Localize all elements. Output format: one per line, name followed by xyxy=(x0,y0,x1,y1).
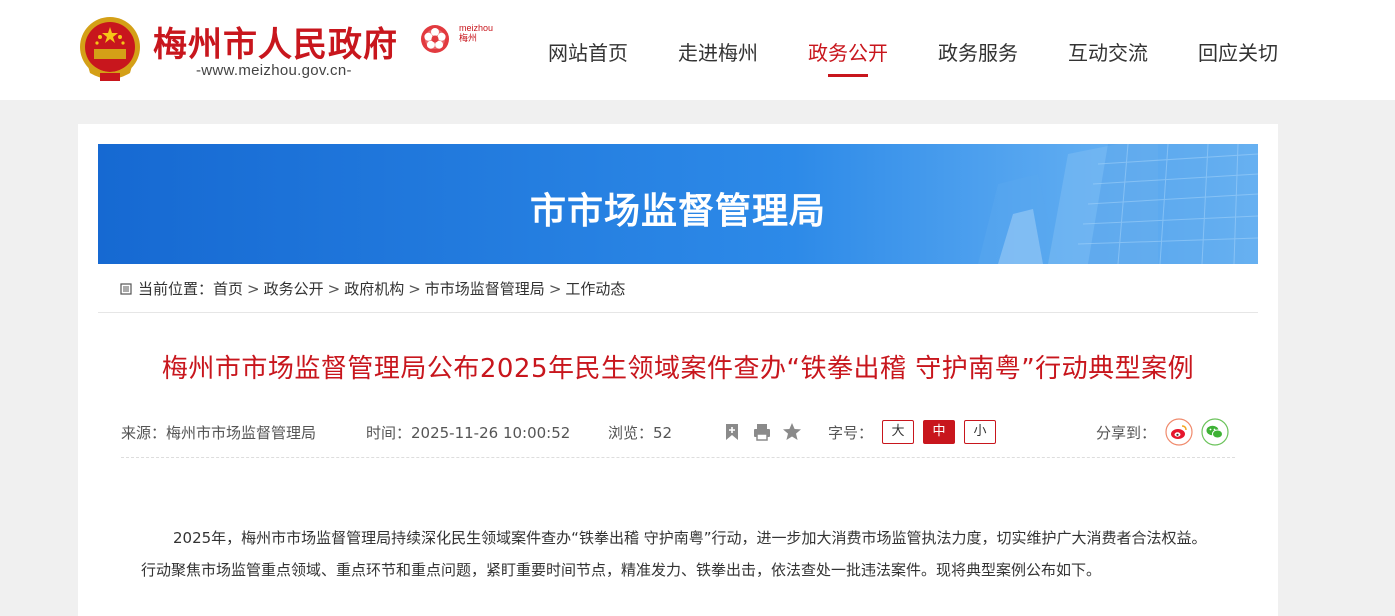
nav-item-responses[interactable]: 回应关切 xyxy=(1198,37,1278,66)
favorite-star-icon[interactable] xyxy=(782,422,802,442)
breadcrumb-separator: > xyxy=(247,280,260,298)
site-url: -www.meizhou.gov.cn- xyxy=(196,62,352,79)
nav-item-about-meizhou[interactable]: 走进梅州 xyxy=(678,37,758,66)
nav-active-underline xyxy=(828,74,868,77)
emblem-icon[interactable] xyxy=(78,15,142,85)
meizhou-logo-text: meizhou 梅州 xyxy=(459,23,494,43)
banner-title: 市市场监督管理局 xyxy=(529,191,826,232)
breadcrumb-item-gov-agencies[interactable]: 政府机构 xyxy=(344,278,404,299)
breadcrumb-item-home[interactable]: 首页 xyxy=(213,278,243,299)
breadcrumb-icon xyxy=(120,283,132,295)
article-body-paragraph: 2025年，梅州市市场监督管理局持续深化民生领域案件查办“铁拳出稽 守护南粤”行… xyxy=(141,529,1207,579)
article-meta: 来源：梅州市市场监督管理局 时间：2025-11-26 10:00:52 浏览：… xyxy=(121,418,1251,446)
nav-item-gov-services[interactable]: 政务服务 xyxy=(938,37,1018,66)
bookmark-icon[interactable] xyxy=(722,422,742,442)
site-title[interactable]: 梅州市人民政府 xyxy=(153,17,398,66)
weibo-icon[interactable] xyxy=(1165,418,1193,446)
divider xyxy=(98,312,1258,313)
nav-item-gov-affairs-open[interactable]: 政务公开 xyxy=(808,37,888,66)
nav-item-interaction[interactable]: 互动交流 xyxy=(1068,37,1148,66)
wechat-icon[interactable] xyxy=(1201,418,1229,446)
font-size-small-button[interactable]: 小 xyxy=(964,420,996,444)
article-time: 时间：2025-11-26 10:00:52 xyxy=(366,424,571,442)
site-header: 梅州市人民政府 -www.meizhou.gov.cn- meizhou 梅州 … xyxy=(0,0,1395,100)
breadcrumb-separator: > xyxy=(327,280,341,298)
font-size-large-button[interactable]: 大 xyxy=(882,420,914,444)
article-views: 浏览：52 xyxy=(608,424,673,442)
breadcrumb: 当前位置：首页 > 政务公开 > 政府机构 > 市市场监督管理局 > 工作动态 xyxy=(120,278,625,299)
breadcrumb-separator: > xyxy=(548,280,562,298)
breadcrumb-item-work-news[interactable]: 工作动态 xyxy=(565,278,625,299)
font-size-medium-button[interactable]: 中 xyxy=(923,420,955,444)
nav-item-home[interactable]: 网站首页 xyxy=(548,37,628,66)
breadcrumb-item-market-bureau[interactable]: 市市场监督管理局 xyxy=(425,278,545,299)
divider xyxy=(121,457,1235,458)
article-title: 梅州市市场监督管理局公布2025年民生领域案件查办“铁拳出稽 守护南粤”行动典型… xyxy=(161,354,1195,384)
article-source: 来源：梅州市市场监督管理局 xyxy=(121,424,317,442)
share-label: 分享到： xyxy=(1096,424,1157,442)
font-size-label: 字号： xyxy=(828,424,874,442)
department-banner: 市市场监督管理局 xyxy=(98,144,1258,264)
print-icon[interactable] xyxy=(752,422,772,442)
main-content: 市市场监督管理局 当前位置：首页 > 政务公开 > 政府机构 > 市市场监督管理局 > 工作动态… xyxy=(78,124,1278,616)
breadcrumb-separator: > xyxy=(408,280,421,298)
breadcrumb-prefix: 当前位置： xyxy=(138,280,214,298)
breadcrumb-item-gov-affairs[interactable]: 政务公开 xyxy=(264,278,324,299)
